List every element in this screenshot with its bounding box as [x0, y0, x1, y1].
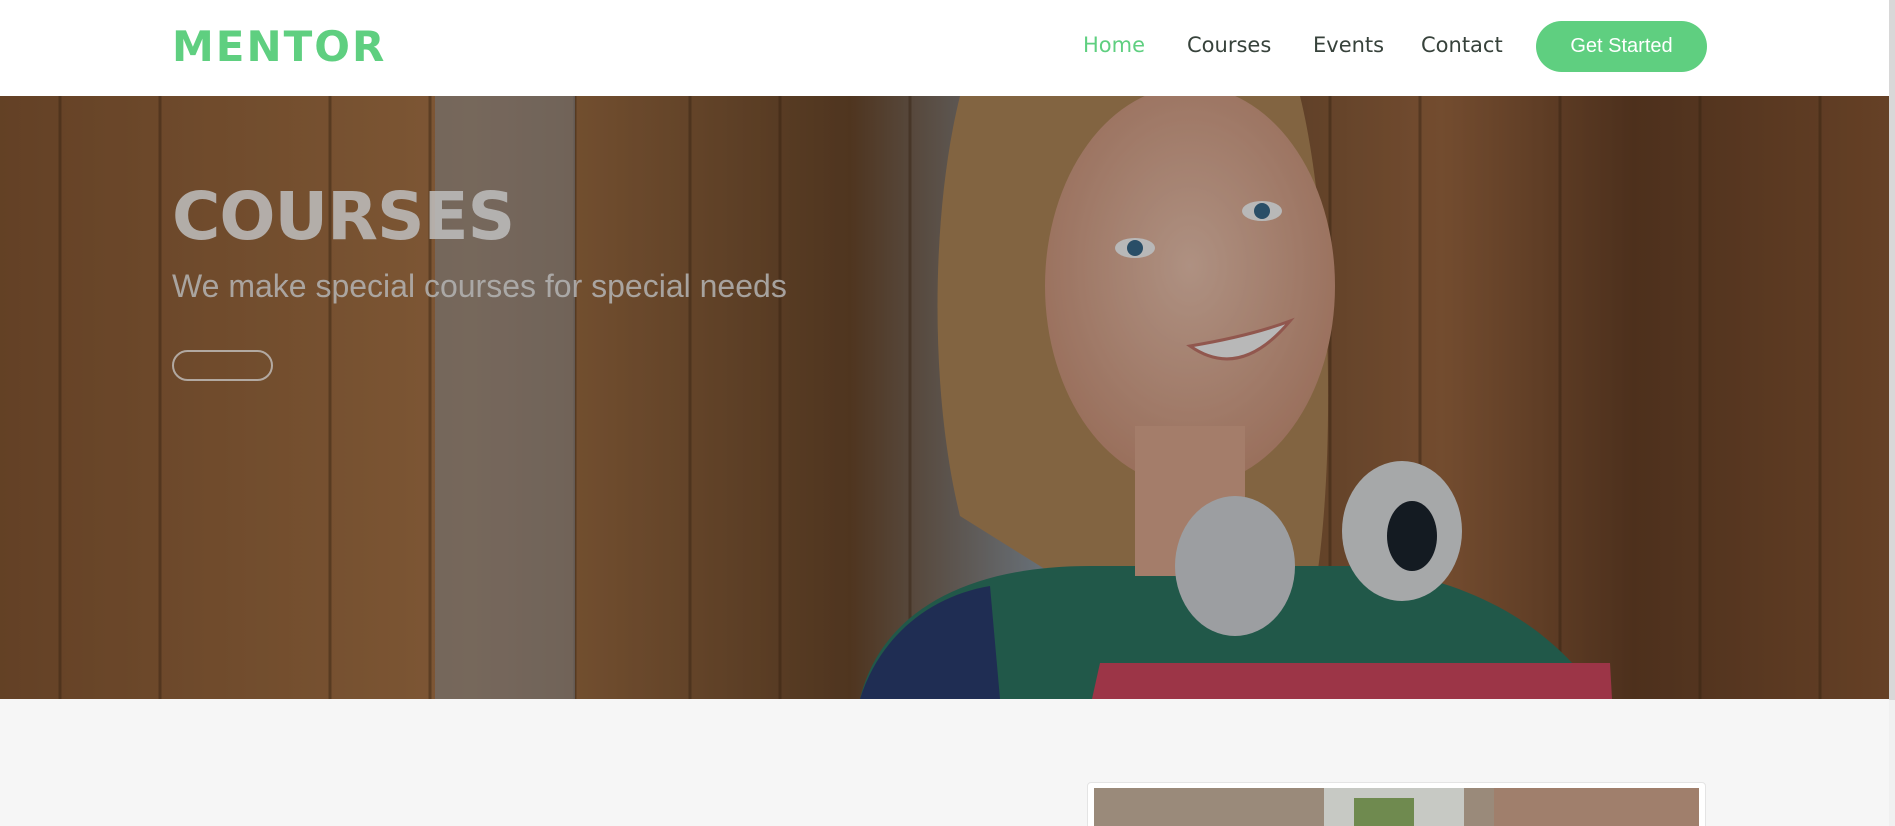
- about-image-card: [1087, 782, 1706, 826]
- page-scrollbar[interactable]: [1889, 0, 1895, 826]
- hero-subtitle: We make special courses for special need…: [172, 268, 787, 304]
- nav-contact[interactable]: Contact: [1421, 33, 1503, 57]
- hero-action-button[interactable]: [172, 350, 273, 381]
- hero-title: COURSES: [172, 178, 515, 255]
- nav-events[interactable]: Events: [1313, 33, 1384, 57]
- site-header: MENTOR Home Courses Events Contact Get S…: [0, 0, 1889, 96]
- get-started-button[interactable]: Get Started: [1536, 21, 1707, 72]
- nav-home[interactable]: Home: [1083, 33, 1145, 57]
- scrollbar-thumb[interactable]: [1889, 0, 1895, 700]
- nav-courses[interactable]: Courses: [1187, 33, 1271, 57]
- hero-banner: COURSES We make special courses for spec…: [0, 96, 1889, 699]
- about-image: [1094, 788, 1699, 826]
